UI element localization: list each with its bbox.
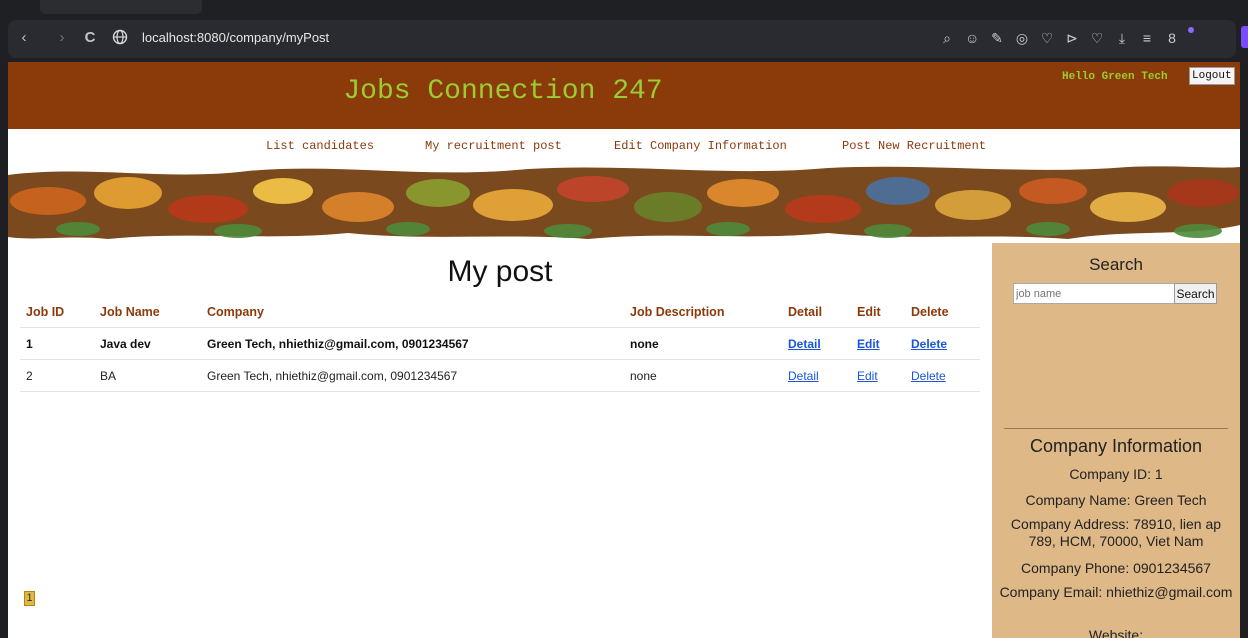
- menu-item-list-candidates[interactable]: List candidates: [266, 139, 374, 153]
- browser-tab[interactable]: [40, 0, 202, 14]
- download-badge: [1188, 27, 1194, 33]
- cell-company: Green Tech, nhiethiz@gmail.com, 09012345…: [201, 327, 624, 360]
- camera-icon[interactable]: ◎: [1015, 30, 1029, 47]
- column-header-job-id: Job ID: [20, 297, 94, 328]
- url-text[interactable]: localhost:8080/company/myPost: [142, 30, 329, 45]
- company-name: Company Name: Green Tech: [1025, 492, 1207, 508]
- search-input[interactable]: [1013, 283, 1175, 304]
- company-address: Company Address: 78910, lien ap 789, HCM…: [1010, 516, 1222, 549]
- profile-icon[interactable]: 8: [1165, 30, 1179, 46]
- cell-delete: Delete: [905, 359, 980, 392]
- column-header-job-description: Job Description: [624, 297, 782, 328]
- company-info-title: Company Information: [1029, 436, 1203, 456]
- company-email: Company Email: nhiethiz@gmail.com: [999, 584, 1233, 600]
- edit-link[interactable]: Edit: [857, 369, 878, 383]
- play-icon[interactable]: ⊳: [1065, 30, 1079, 47]
- sidebar-toggle[interactable]: [1241, 26, 1248, 48]
- forward-icon[interactable]: ›: [52, 28, 72, 48]
- leaves-banner-image: [8, 163, 1240, 243]
- cell-description: none: [624, 359, 782, 392]
- site-title: Jobs Connection 247: [343, 76, 663, 107]
- column-header-job-name: Job Name: [94, 297, 201, 328]
- globe-icon: [112, 29, 128, 45]
- emoji-icon[interactable]: ☺: [965, 30, 979, 46]
- edit-link[interactable]: Edit: [857, 337, 880, 351]
- main-content: My post Job ID Job Name Company Job Desc…: [8, 243, 992, 638]
- search-icon[interactable]: ⌕: [940, 30, 954, 47]
- cell-delete: Delete: [905, 327, 980, 360]
- menu-item-edit-company-information[interactable]: Edit Company Information: [614, 139, 787, 153]
- table-row: 1 Java dev Green Tech, nhiethiz@gmail.co…: [20, 327, 980, 360]
- cell-description: none: [624, 327, 782, 360]
- cell-job-name: Java dev: [94, 327, 201, 360]
- edit-icon[interactable]: ✎: [990, 30, 1004, 47]
- company-website: Website:: [1088, 627, 1144, 638]
- sidebar-divider: [1004, 428, 1228, 429]
- column-header-edit: Edit: [851, 297, 905, 328]
- greeting-text: Hello Green Tech: [1062, 71, 1168, 83]
- cell-edit: Edit: [851, 359, 905, 392]
- company-id: Company ID: 1: [1069, 466, 1163, 482]
- page-title: My post: [447, 255, 553, 288]
- menu-item-my-recruitment-post[interactable]: My recruitment post: [425, 139, 562, 153]
- column-header-company: Company: [201, 297, 624, 328]
- back-icon[interactable]: ‹: [14, 28, 34, 48]
- site-header: Jobs Connection 247 Hello Green Tech Log…: [8, 62, 1240, 129]
- right-sidebar: Search Search Company Information Compan…: [992, 243, 1240, 638]
- leaves-banner: [8, 163, 1240, 243]
- cell-company: Green Tech, nhiethiz@gmail.com, 09012345…: [201, 359, 624, 392]
- cell-detail: Detail: [782, 359, 851, 392]
- detail-link[interactable]: Detail: [788, 337, 821, 351]
- column-header-detail: Detail: [782, 297, 851, 328]
- pagination-page-1[interactable]: 1: [24, 591, 35, 606]
- download-icon[interactable]: ⤓: [1115, 30, 1129, 47]
- search-button[interactable]: Search: [1174, 283, 1217, 304]
- menu-icon[interactable]: ≡: [1140, 30, 1154, 46]
- cell-detail: Detail: [782, 327, 851, 360]
- cell-job-id: 2: [20, 359, 94, 392]
- reload-icon[interactable]: C: [80, 28, 100, 48]
- cell-job-name: BA: [94, 359, 201, 392]
- delete-link[interactable]: Delete: [911, 337, 947, 351]
- main-menu: List candidates My recruitment post Edit…: [8, 129, 1240, 164]
- table-header-row: Job ID Job Name Company Job Description …: [20, 297, 980, 328]
- logout-button[interactable]: Logout: [1189, 67, 1235, 85]
- posts-table: Job ID Job Name Company Job Description …: [20, 297, 980, 392]
- detail-link[interactable]: Detail: [788, 369, 819, 383]
- column-header-delete: Delete: [905, 297, 980, 328]
- cell-edit: Edit: [851, 327, 905, 360]
- cell-job-id: 1: [20, 327, 94, 360]
- extension-icons: ⌕ ☺ ✎ ◎ ♡ ⊳ ♡ ⤓ ≡ 8: [940, 26, 1179, 50]
- web-page: Jobs Connection 247 Hello Green Tech Log…: [8, 62, 1240, 638]
- menu-item-post-new-recruitment[interactable]: Post New Recruitment: [842, 139, 986, 153]
- table-row: 2 BA Green Tech, nhiethiz@gmail.com, 090…: [20, 359, 980, 392]
- company-phone: Company Phone: 0901234567: [1021, 560, 1211, 576]
- search-title: Search: [1089, 255, 1143, 274]
- shield-icon[interactable]: ♡: [1040, 30, 1054, 47]
- heart-icon[interactable]: ♡: [1090, 30, 1104, 47]
- delete-link[interactable]: Delete: [911, 369, 946, 383]
